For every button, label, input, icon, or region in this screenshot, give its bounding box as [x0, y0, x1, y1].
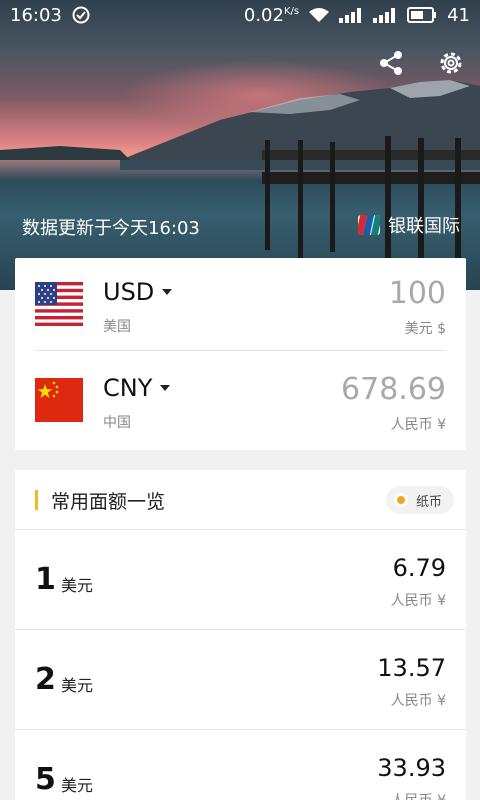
value-unit: 人民币 ¥: [391, 790, 446, 800]
currency-unit: 人民币 ¥: [390, 417, 446, 433]
value-unit: 人民币 ¥: [390, 593, 446, 609]
currency-unit: 美元 $: [404, 321, 446, 337]
header-banner: 16:03 0.02K/s 41 数据更新于今天16:03 银联国际: [0, 0, 480, 290]
net-speed: 0.02K/s: [243, 4, 300, 26]
status-time: 16:03: [10, 4, 62, 26]
section-accent-bar: [35, 490, 38, 510]
list-item[interactable]: 5 美元 33.93 人民币 ¥: [15, 730, 466, 800]
status-bar: 16:03 0.02K/s 41: [0, 0, 480, 30]
converted-value: 13.57: [377, 654, 446, 682]
landscape-illustration: [0, 80, 480, 290]
signal-icon: [373, 8, 396, 23]
wifi-icon: [309, 8, 330, 22]
battery-level: 41: [447, 4, 470, 26]
country-name: 美国: [103, 319, 131, 335]
currency-code-selector[interactable]: CNY: [103, 374, 171, 402]
converted-value: 6.79: [392, 554, 446, 582]
section-title: 常用面额一览: [51, 491, 166, 513]
denomination-number: 2: [35, 662, 56, 697]
value-unit: 人民币 ¥: [390, 693, 446, 709]
cn-flag-icon: [35, 378, 83, 422]
list-item[interactable]: 2 美元 13.57 人民币 ¥: [15, 630, 466, 730]
country-name: 中国: [103, 415, 131, 431]
list-item[interactable]: 1 美元 6.79 人民币 ¥: [15, 530, 466, 630]
denomination-unit: 美元: [61, 576, 94, 595]
source-label: 银联国际: [388, 216, 460, 237]
signal-icon: [339, 8, 362, 23]
update-time-text: 数据更新于今天16:03: [22, 218, 200, 239]
denomination-unit: 美元: [61, 676, 94, 695]
us-flag-icon: [35, 282, 83, 326]
gear-icon[interactable]: [436, 48, 466, 78]
sync-check-icon: [72, 6, 90, 24]
dropdown-caret-icon: [162, 289, 173, 295]
denominations-header: 常用面额一览 纸币: [15, 470, 466, 530]
to-currency-row[interactable]: CNY 中国 678.69 人民币 ¥: [15, 354, 466, 450]
converted-amount[interactable]: 678.69: [341, 372, 446, 407]
from-currency-row[interactable]: USD 美国 100 美元 $: [15, 258, 466, 354]
converter-card: USD 美国 100 美元 $ CNY 中国 678.69 人民币 ¥: [15, 258, 466, 450]
currency-code-selector[interactable]: USD: [103, 278, 173, 306]
data-source: 银联国际: [358, 212, 460, 238]
amount-input[interactable]: 100: [389, 276, 446, 311]
denominations-card: 常用面额一览 纸币 1 美元 6.79 人民币 ¥ 2 美元 13.57 人民币…: [15, 470, 466, 800]
unionpay-logo-icon: [358, 215, 380, 235]
toggle-dot-icon: [393, 493, 408, 507]
denomination-unit: 美元: [61, 776, 94, 795]
divider: [35, 350, 446, 351]
converted-value: 33.93: [377, 754, 446, 782]
banknote-toggle[interactable]: 纸币: [385, 486, 454, 514]
share-icon[interactable]: [376, 48, 406, 78]
dropdown-caret-icon: [160, 385, 171, 391]
denomination-number: 5: [35, 762, 56, 797]
toggle-label: 纸币: [415, 494, 442, 510]
denomination-number: 1: [35, 562, 56, 597]
battery-icon: [407, 7, 437, 23]
